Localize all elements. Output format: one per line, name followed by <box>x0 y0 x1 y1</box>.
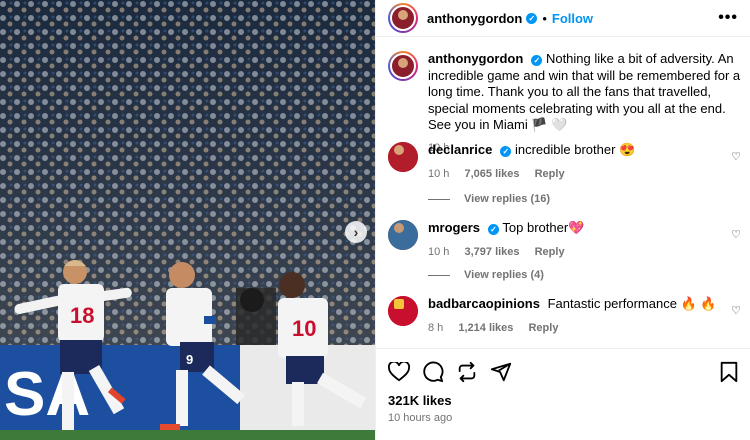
comment-item: declanrice ✓ incredible brother 😍 10 h 7,… <box>388 142 743 180</box>
post-header: anthonygordon ✓ • Follow ••• <box>376 0 750 37</box>
commenter-avatar[interactable] <box>388 296 418 326</box>
commenter-avatar[interactable] <box>388 142 418 172</box>
author-username[interactable]: anthonygordon <box>427 11 522 26</box>
comment-time: 8 h <box>428 321 444 334</box>
comment-item: badbarcaopinions Fantastic performance 🔥… <box>388 296 743 334</box>
view-replies-button[interactable]: View replies (16) <box>428 193 550 205</box>
comment-likes[interactable]: 7,065 likes <box>464 168 519 180</box>
like-comment-heart-icon[interactable]: ♡ <box>731 150 741 163</box>
verified-icon: ✓ <box>531 55 543 66</box>
post-photo[interactable]: SA 18 9 10 › <box>0 0 375 440</box>
commenter-username[interactable]: badbarcaopinions <box>428 296 540 311</box>
comment-text: Fantastic performance 🔥 🔥 <box>547 296 717 311</box>
comment-likes[interactable]: 1,214 likes <box>458 322 513 334</box>
post-actions: 321K likes 10 hours ago <box>376 348 750 424</box>
reply-button[interactable]: Reply <box>535 168 565 180</box>
verified-icon: ✓ <box>526 12 538 24</box>
header-separator: • <box>542 10 547 26</box>
repost-icon[interactable] <box>456 361 478 383</box>
reply-button[interactable]: Reply <box>535 246 565 258</box>
comment-text: incredible brother 😍 <box>514 142 636 157</box>
share-paper-plane-icon[interactable] <box>490 361 512 383</box>
author-avatar[interactable] <box>388 3 418 33</box>
player-middle-number: 9 <box>186 352 193 367</box>
caption-username[interactable]: anthonygordon <box>428 51 523 66</box>
save-bookmark-icon[interactable] <box>719 361 739 383</box>
more-options-icon[interactable]: ••• <box>718 9 738 27</box>
verified-icon: ✓ <box>500 146 512 157</box>
comment-item: mrogers ✓ Top brother💖 10 h 3,797 likes R… <box>388 220 743 258</box>
comment-time: 10 h <box>428 167 450 180</box>
commenter-avatar[interactable] <box>388 220 418 250</box>
like-heart-icon[interactable] <box>388 362 410 382</box>
player-left-number: 18 <box>70 303 94 328</box>
comment-time: 10 h <box>428 245 450 258</box>
like-comment-heart-icon[interactable]: ♡ <box>731 304 741 317</box>
verified-icon: ✓ <box>488 224 500 235</box>
reply-button[interactable]: Reply <box>528 322 558 334</box>
football-celebration-image: SA 18 9 10 <box>0 0 375 440</box>
comment-likes[interactable]: 3,797 likes <box>464 246 519 258</box>
view-replies-button[interactable]: View replies (4) <box>428 269 544 281</box>
commenter-username[interactable]: declanrice <box>428 142 492 157</box>
follow-button[interactable]: Follow <box>552 11 593 26</box>
like-comment-heart-icon[interactable]: ♡ <box>731 228 741 241</box>
commenter-username[interactable]: mrogers <box>428 220 480 235</box>
next-image-button[interactable]: › <box>345 221 367 243</box>
player-right-number: 10 <box>292 316 316 341</box>
post-timestamp: 10 hours ago <box>388 412 453 424</box>
caption: anthonygordon ✓ Nothing like a bit of adv… <box>388 51 743 154</box>
comment-bubble-icon[interactable] <box>422 361 444 383</box>
comment-text: Top brother💖 <box>502 220 585 235</box>
instagram-post-viewer: SA 18 9 10 › anthonygordon ✓ • Follow ••… <box>0 0 750 440</box>
post-likes-count[interactable]: 321K likes <box>388 393 739 408</box>
caption-avatar[interactable] <box>388 51 418 81</box>
comments-list[interactable]: anthonygordon ✓ Nothing like a bit of adv… <box>376 38 750 347</box>
post-panel: anthonygordon ✓ • Follow ••• anthonygord… <box>375 0 750 440</box>
